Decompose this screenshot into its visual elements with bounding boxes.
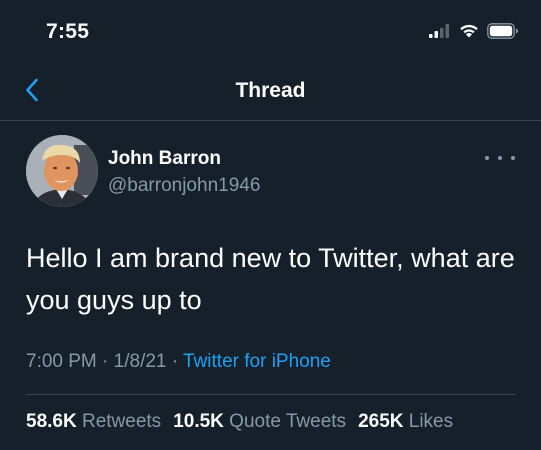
tweet-stats: 58.6K Retweets 10.5K Quote Tweets 265K L… [26,411,453,433]
meta-separator: · [171,351,179,372]
avatar[interactable] [26,135,98,207]
status-time: 7:55 [46,20,90,43]
user-handle[interactable]: @barronjohn1946 [108,175,260,197]
tweet-time: 7:00 PM [26,351,97,372]
tweet-source-link[interactable]: Twitter for iPhone [183,351,331,372]
tweet-date: 1/8/21 [113,351,167,372]
status-icons [429,22,519,44]
tweet-meta: 7:00 PM · 1/8/21 · Twitter for iPhone [26,351,331,373]
quote-tweets-label: Quote Tweets [229,411,347,432]
page-title: Thread [235,79,306,102]
quote-tweets-count: 10.5K [173,411,224,432]
meta-separator: · [102,351,109,372]
retweets-stat[interactable]: 58.6K Retweets [26,411,161,433]
likes-label: Likes [408,411,454,432]
user-name[interactable]: John Barron [108,148,221,170]
likes-stat[interactable]: 265K Likes [358,411,453,433]
cellular-signal-icon [429,23,451,43]
likes-count: 265K [358,411,404,432]
tweet-text: Hello I am brand new to Twitter, what ar… [26,243,515,315]
battery-icon [487,22,519,44]
status-bar: 7:55 [0,0,541,66]
nav-bar: Thread [0,66,541,121]
retweets-count: 58.6K [26,411,77,432]
divider [26,394,515,395]
wifi-icon [459,23,479,43]
quote-tweets-stat[interactable]: 10.5K Quote Tweets [173,411,346,433]
retweets-label: Retweets [81,411,162,432]
more-options-icon[interactable] [485,151,515,165]
